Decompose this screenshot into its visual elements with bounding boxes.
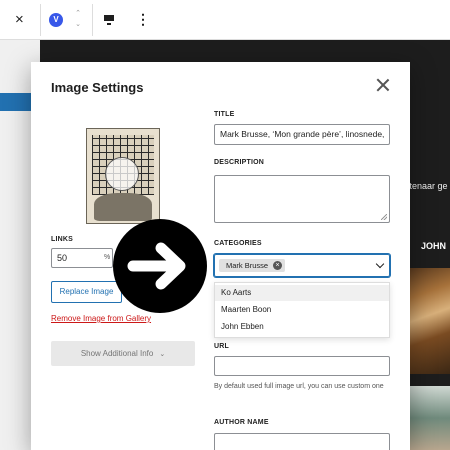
url-label: URL [214, 343, 229, 350]
arrow-right-icon [113, 219, 207, 313]
title-field[interactable]: Mark Brusse, ‘Mon grande père’, linosned… [214, 124, 390, 145]
description-label: DESCRIPTION [214, 159, 265, 166]
move-block-control[interactable]: ⌃ ⌄ [72, 8, 84, 30]
more-vertical-icon[interactable]: ⋮ [136, 11, 150, 28]
links-label: LINKS [51, 236, 73, 243]
show-additional-info-button[interactable]: Show Additional Info ⌄ [51, 341, 195, 366]
categories-dropdown: Ko Aarts Maarten Boon John Ebben [214, 282, 390, 338]
description-field[interactable] [214, 175, 390, 223]
title-label: TITLE [214, 111, 235, 118]
url-help-text: By default used full image url, you can … [214, 383, 384, 390]
background-text: stenaar ge [405, 181, 448, 191]
category-option[interactable]: Ko Aarts [215, 285, 389, 301]
selected-category-chip: Mark Brusse × [219, 259, 286, 272]
background-image [410, 268, 450, 374]
editor-toolbar: × V ⌃ ⌄ ⋮ [0, 0, 450, 40]
close-icon[interactable] [374, 76, 392, 94]
links-unit: % [104, 254, 111, 261]
background-image [410, 386, 450, 450]
remove-image-link[interactable]: Remove Image from Gallery [51, 314, 151, 323]
move-down-icon[interactable]: ⌄ [72, 19, 84, 30]
chip-remove-icon[interactable]: × [273, 261, 283, 270]
author-label: AUTHOR NAME [214, 419, 269, 426]
image-thumbnail[interactable] [86, 128, 160, 224]
toolbar-divider [92, 4, 93, 36]
image-settings-dialog: Image Settings LINKS 50 % Replace Image … [31, 62, 410, 450]
chip-label: Mark Brusse [226, 261, 269, 270]
categories-select[interactable]: Mark Brusse × [214, 254, 390, 277]
close-icon[interactable]: × [15, 11, 24, 28]
replace-image-button[interactable]: Replace Image [51, 281, 122, 303]
move-up-icon[interactable]: ⌃ [72, 8, 84, 19]
categories-label: CATEGORIES [214, 240, 262, 247]
additional-info-label: Show Additional Info [80, 349, 154, 358]
toolbar-divider [40, 4, 41, 36]
chevron-down-icon[interactable] [375, 259, 385, 269]
category-option[interactable]: John Ebben [215, 319, 389, 335]
chevron-down-icon: ⌄ [159, 351, 166, 358]
background-heading: JOHN [421, 241, 447, 251]
url-field[interactable] [214, 356, 390, 376]
block-type-icon[interactable]: V [49, 13, 63, 27]
dialog-title: Image Settings [51, 80, 144, 95]
resize-handle-icon[interactable] [381, 214, 387, 220]
category-option[interactable]: Maarten Boon [215, 302, 389, 318]
align-icon[interactable] [104, 15, 114, 25]
author-field[interactable] [214, 433, 390, 450]
